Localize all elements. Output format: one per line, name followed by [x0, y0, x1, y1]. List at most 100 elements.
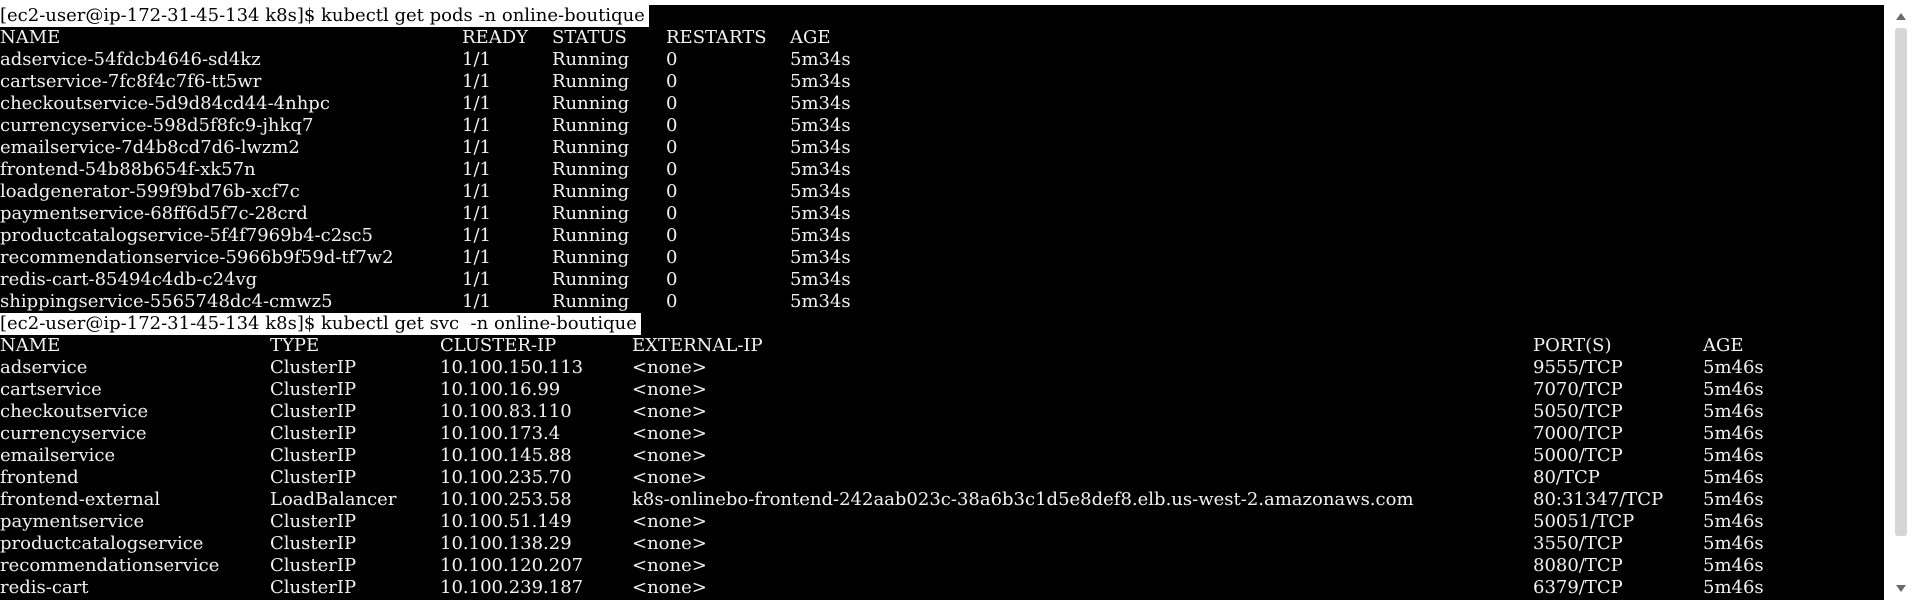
pod-cell-restarts: 0	[666, 203, 678, 224]
pod-cell-status: Running	[552, 203, 630, 224]
svc-cell-name: cartservice	[0, 379, 102, 400]
svc-cell-external-ip: <none>	[632, 423, 707, 444]
pod-cell-ready: 1/1	[462, 181, 491, 202]
svc-cell-cluster-ip: 10.100.239.187	[440, 577, 584, 598]
svc-cell-external-ip: <none>	[632, 577, 707, 598]
pod-cell-ready: 1/1	[462, 49, 491, 70]
pod-cell-age: 5m34s	[790, 225, 851, 246]
svc-cell-age: 5m46s	[1703, 379, 1764, 400]
svc-cell-external-ip: k8s-onlinebo-frontend-242aab023c-38a6b3c…	[632, 489, 1414, 510]
svc-cell-age: 5m46s	[1703, 577, 1764, 598]
pod-cell-age: 5m34s	[790, 49, 851, 70]
pod-cell-ready: 1/1	[462, 269, 491, 290]
svc-cell-external-ip: <none>	[632, 511, 707, 532]
svc-header-age: AGE	[1703, 335, 1744, 356]
pod-cell-restarts: 0	[666, 247, 678, 268]
pod-cell-name: adservice-54fdcb4646-sd4kz	[0, 49, 261, 70]
svc-cell-type: ClusterIP	[270, 357, 357, 378]
svc-cell-external-ip: <none>	[632, 533, 707, 554]
svc-cell-external-ip: <none>	[632, 379, 707, 400]
pod-cell-ready: 1/1	[462, 225, 491, 246]
svc-cell-ports: 7070/TCP	[1533, 379, 1623, 400]
svc-cell-ports: 5050/TCP	[1533, 401, 1623, 422]
svc-cell-cluster-ip: 10.100.173.4	[440, 423, 561, 444]
svc-cell-name: frontend	[0, 467, 79, 488]
pod-cell-restarts: 0	[666, 71, 678, 92]
svc-cell-ports: 50051/TCP	[1533, 511, 1635, 532]
svc-cell-ports: 5000/TCP	[1533, 445, 1623, 466]
pod-cell-restarts: 0	[666, 137, 678, 158]
svc-cell-ports: 3550/TCP	[1533, 533, 1623, 554]
svc-header-external-ip: EXTERNAL-IP	[632, 335, 763, 356]
pod-cell-name: loadgenerator-599f9bd76b-xcf7c	[0, 181, 300, 202]
pod-cell-status: Running	[552, 225, 630, 246]
pods-header-ready: READY	[462, 27, 529, 48]
scrollbar-thumb[interactable]	[1895, 28, 1907, 536]
pod-cell-status: Running	[552, 93, 630, 114]
svc-cell-age: 5m46s	[1703, 555, 1764, 576]
pods-header-name: NAME	[0, 27, 61, 48]
svc-cell-type: ClusterIP	[270, 555, 357, 576]
pod-cell-status: Running	[552, 291, 630, 312]
pod-cell-restarts: 0	[666, 181, 678, 202]
pod-cell-name: recommendationservice-5966b9f59d-tf7w2	[0, 247, 394, 268]
pod-cell-name: checkoutservice-5d9d84cd44-4nhpc	[0, 93, 330, 114]
svc-cell-age: 5m46s	[1703, 511, 1764, 532]
svc-cell-name: checkoutservice	[0, 401, 149, 422]
svc-cell-type: ClusterIP	[270, 401, 357, 422]
svc-cell-ports: 6379/TCP	[1533, 577, 1623, 598]
pod-cell-status: Running	[552, 159, 630, 180]
svc-cell-name: frontend-external	[0, 489, 161, 510]
command-prompt-get-pods: [ec2-user@ip-172-31-45-134 k8s]$ kubectl…	[0, 5, 649, 27]
pod-cell-age: 5m34s	[790, 269, 851, 290]
svc-cell-age: 5m46s	[1703, 357, 1764, 378]
svc-cell-external-ip: <none>	[632, 555, 707, 576]
pod-cell-name: cartservice-7fc8f4c7f6-tt5wr	[0, 71, 262, 92]
pods-header-age: AGE	[790, 27, 831, 48]
svc-cell-cluster-ip: 10.100.51.149	[440, 511, 572, 532]
terminal-window[interactable]: [ec2-user@ip-172-31-45-134 k8s]$ kubectl…	[0, 0, 1918, 600]
pod-cell-status: Running	[552, 115, 630, 136]
svc-cell-ports: 7000/TCP	[1533, 423, 1623, 444]
svc-cell-name: recommendationservice	[0, 555, 220, 576]
pod-cell-name: paymentservice-68ff6d5f7c-28crd	[0, 203, 308, 224]
pod-cell-restarts: 0	[666, 49, 678, 70]
svc-cell-type: ClusterIP	[270, 533, 357, 554]
pod-cell-name: emailservice-7d4b8cd7d6-lwzm2	[0, 137, 300, 158]
pod-cell-status: Running	[552, 71, 630, 92]
svc-cell-ports: 80:31347/TCP	[1533, 489, 1664, 510]
svc-cell-cluster-ip: 10.100.235.70	[440, 467, 572, 488]
terminal-output[interactable]: [ec2-user@ip-172-31-45-134 k8s]$ kubectl…	[0, 5, 1884, 600]
svc-cell-ports: 80/TCP	[1533, 467, 1600, 488]
pod-cell-ready: 1/1	[462, 159, 491, 180]
pod-cell-age: 5m34s	[790, 93, 851, 114]
svc-cell-ports: 9555/TCP	[1533, 357, 1623, 378]
pod-cell-restarts: 0	[666, 115, 678, 136]
scroll-down-arrow-icon[interactable]	[1896, 585, 1906, 592]
pod-cell-age: 5m34s	[790, 181, 851, 202]
pod-cell-name: frontend-54b88b654f-xk57n	[0, 159, 256, 180]
svc-cell-age: 5m46s	[1703, 423, 1764, 444]
svc-cell-age: 5m46s	[1703, 445, 1764, 466]
svc-cell-type: ClusterIP	[270, 423, 357, 444]
pod-cell-age: 5m34s	[790, 203, 851, 224]
pod-cell-name: shippingservice-5565748dc4-cmwz5	[0, 291, 333, 312]
pod-cell-restarts: 0	[666, 159, 678, 180]
pod-cell-restarts: 0	[666, 269, 678, 290]
pod-cell-age: 5m34s	[790, 159, 851, 180]
pod-cell-restarts: 0	[666, 225, 678, 246]
pod-cell-name: currencyservice-598d5f8fc9-jhkq7	[0, 115, 314, 136]
pod-cell-status: Running	[552, 137, 630, 158]
svc-cell-type: ClusterIP	[270, 511, 357, 532]
svc-header-name: NAME	[0, 335, 61, 356]
svc-cell-cluster-ip: 10.100.253.58	[440, 489, 572, 510]
pod-cell-status: Running	[552, 49, 630, 70]
scroll-up-arrow-icon[interactable]	[1896, 13, 1906, 20]
pod-cell-ready: 1/1	[462, 137, 491, 158]
command-prompt-get-svc: [ec2-user@ip-172-31-45-134 k8s]$ kubectl…	[0, 313, 641, 335]
pods-header-restarts: RESTARTS	[666, 27, 767, 48]
svc-cell-cluster-ip: 10.100.150.113	[440, 357, 584, 378]
pod-cell-restarts: 0	[666, 291, 678, 312]
svc-header-cluster-ip: CLUSTER-IP	[440, 335, 557, 356]
pod-cell-ready: 1/1	[462, 115, 491, 136]
